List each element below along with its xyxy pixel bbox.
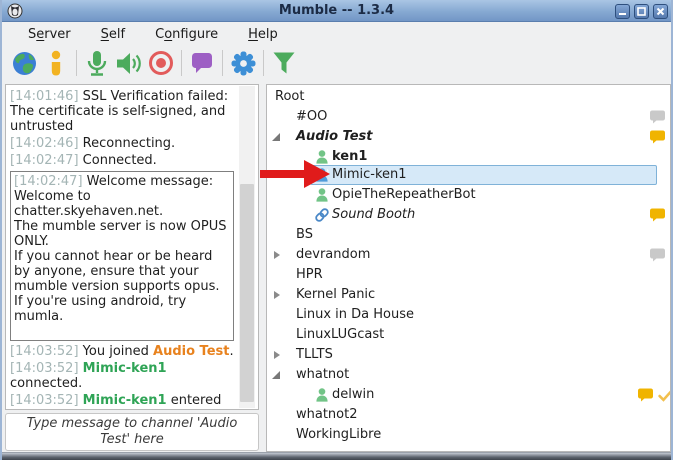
chat-message: [14:03:52] Mimic-ken1 entered channel. [10, 393, 236, 410]
tree-row-channel-whatnot[interactable]: whatnot [268, 365, 669, 385]
tree-row-channel[interactable]: TLLTS [268, 345, 669, 365]
maximize-button[interactable] [634, 4, 649, 19]
user-icon [314, 387, 330, 403]
user-name: Mimic-ken1 [83, 393, 167, 408]
deafen-speaker-button[interactable] [113, 48, 145, 78]
maximize-icon [637, 7, 646, 16]
message-input[interactable]: Type message to channel 'Audio Test' her… [5, 413, 259, 451]
microphone-icon [85, 50, 109, 77]
tree-row-channel-audio-test[interactable]: Audio Test [268, 127, 669, 147]
connect-button[interactable] [8, 48, 40, 78]
toolbar-separator [222, 50, 223, 76]
minimize-icon [618, 7, 627, 16]
tree-row-root[interactable]: Root [268, 87, 669, 107]
tree-row-channel[interactable]: WorkingLibre [268, 425, 669, 445]
tree-row-channel[interactable]: #OO [268, 107, 669, 127]
chat-message: [14:02:46] Reconnecting. [10, 136, 236, 151]
red-annotation-arrow [258, 158, 334, 190]
toolbar-separator [181, 50, 182, 76]
channel-comment-icon[interactable] [649, 208, 666, 222]
tree-row-channel[interactable]: LinuxLUGcast [268, 325, 669, 345]
record-icon [148, 50, 174, 76]
expander-expanded-icon[interactable] [272, 133, 280, 141]
title-bar[interactable]: Mumble -- 1.3.4 [2, 0, 671, 22]
mute-microphone-button[interactable] [81, 48, 113, 78]
toolbar-separator [263, 50, 264, 76]
channel-comment-icon[interactable] [649, 248, 666, 262]
menu-bar: Server Self Configure Help [2, 23, 671, 45]
tree-row-channel[interactable]: devrandom [268, 245, 669, 265]
chat-scrollbar[interactable] [239, 86, 255, 408]
chat-message: [14:03:52] Mimic-ken1 connected. [10, 361, 236, 391]
user-comment-icon[interactable] [637, 388, 654, 402]
speaker-icon [115, 50, 143, 77]
close-icon [656, 7, 665, 16]
chat-log-panel[interactable]: [14:01:46] SSL Verification failed: The … [5, 84, 259, 410]
linked-channel-icon [314, 207, 330, 223]
close-button[interactable] [653, 4, 668, 19]
globe-icon [11, 50, 38, 77]
expander-collapsed-icon[interactable] [274, 251, 280, 259]
tree-row-user-delwin[interactable]: delwin [268, 385, 669, 405]
expander-expanded-icon[interactable] [272, 371, 280, 379]
comment-button[interactable] [186, 48, 218, 78]
chat-message: [14:01:46] SSL Verification failed: The … [10, 89, 236, 134]
authenticated-check-icon [658, 389, 671, 402]
toolbar-separator [76, 50, 77, 76]
channel-name: Audio Test [153, 344, 229, 359]
expander-collapsed-icon[interactable] [274, 351, 280, 359]
channel-comment-icon[interactable] [649, 110, 666, 124]
menu-help[interactable]: Help [234, 25, 292, 44]
welcome-message-box: [14:02:47] Welcome message: Welcome to c… [10, 171, 234, 341]
menu-self[interactable]: Self [87, 25, 139, 44]
tree-row-channel[interactable]: Linux in Da House [268, 305, 669, 325]
chat-log: [14:01:46] SSL Verification failed: The … [10, 87, 236, 410]
settings-button[interactable] [227, 48, 259, 78]
chat-message: [14:02:47] Connected. [10, 153, 236, 168]
window-title: Mumble -- 1.3.4 [2, 3, 671, 18]
tree-row-channel[interactable]: BS [268, 225, 669, 245]
tree-row-channel-sound-booth[interactable]: Sound Booth [268, 205, 669, 225]
window-bottom-border [2, 452, 671, 460]
record-button[interactable] [145, 48, 177, 78]
tree-row-channel[interactable]: whatnot2 [268, 405, 669, 425]
chat-scrollbar-thumb[interactable] [240, 184, 254, 402]
chat-message: [14:03:52] You joined Audio Test. [10, 344, 236, 359]
channel-tree-panel[interactable]: Root #OO Audio Test ken1 Mimic-ken1 Opie… [266, 84, 671, 452]
filter-funnel-icon [271, 50, 297, 76]
filter-button[interactable] [268, 48, 300, 78]
tree-row-channel[interactable]: Kernel Panic [268, 285, 669, 305]
menu-configure[interactable]: Configure [141, 25, 232, 44]
server-info-button[interactable] [40, 48, 72, 78]
expander-collapsed-icon[interactable] [274, 291, 280, 299]
gear-icon [230, 50, 257, 77]
info-icon [49, 50, 63, 77]
menu-server[interactable]: Server [14, 25, 85, 44]
chat-bubble-icon [189, 50, 215, 76]
channel-comment-icon[interactable] [649, 130, 666, 144]
tree-row-channel[interactable]: HPR [268, 265, 669, 285]
minimize-button[interactable] [615, 4, 630, 19]
toolbar [2, 45, 671, 81]
user-name: Mimic-ken1 [83, 361, 167, 376]
